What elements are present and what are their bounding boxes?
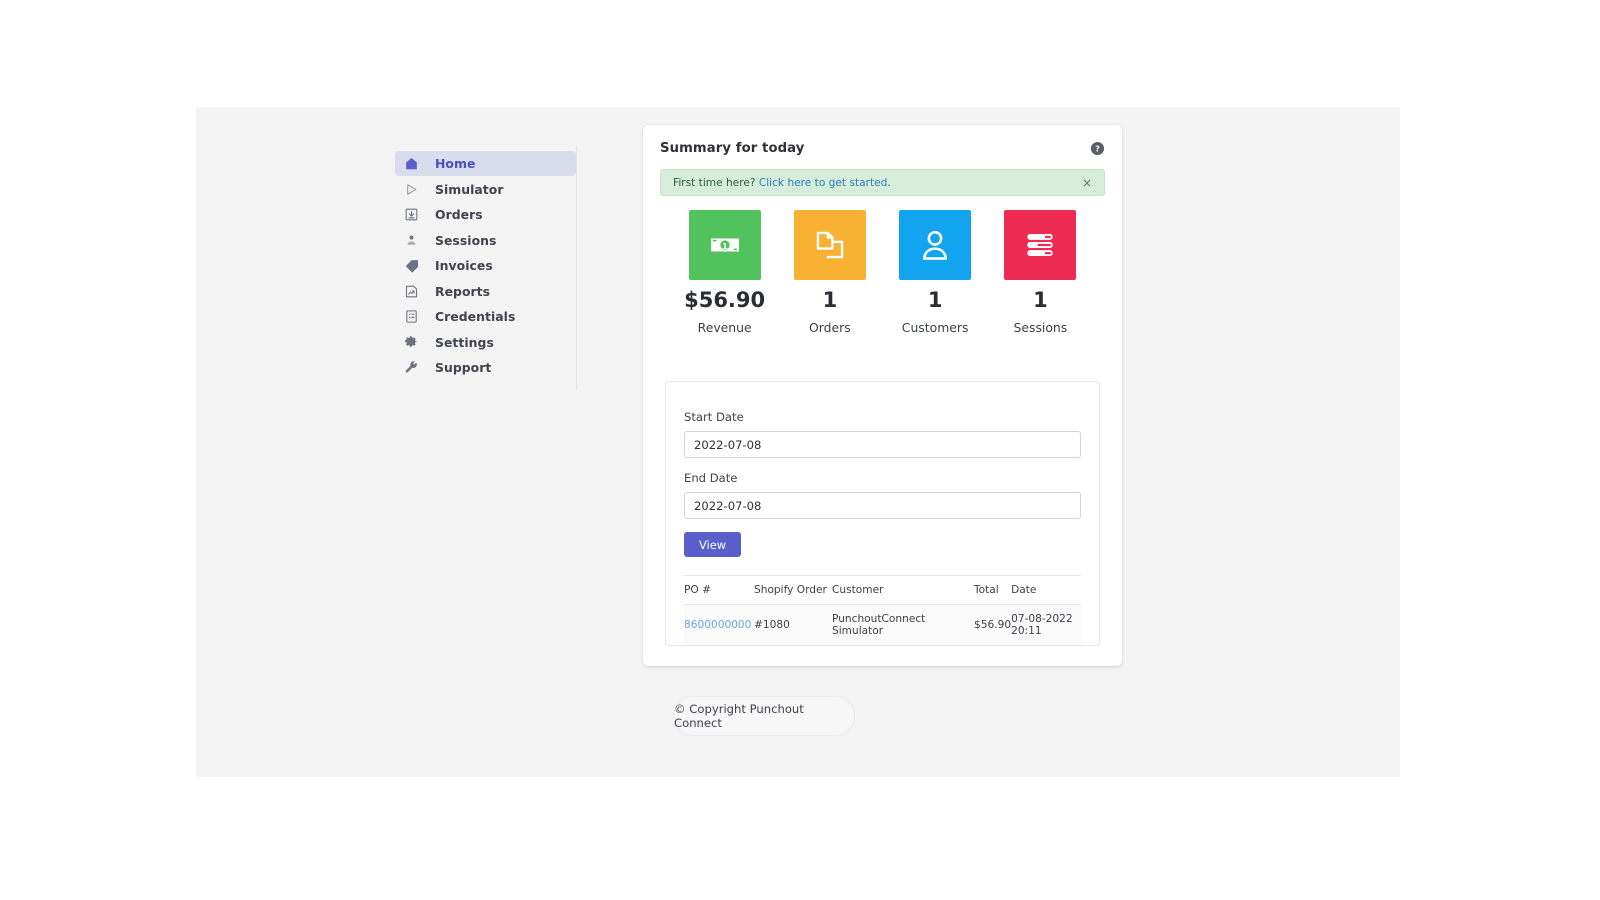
person-icon	[402, 231, 421, 250]
sidebar-item-reports[interactable]: Reports	[395, 279, 576, 304]
stat-sessions: 1 Sessions	[988, 210, 1093, 335]
sidebar-item-simulator[interactable]: Simulator	[395, 177, 576, 202]
table-header-row: PO # Shopify Order Customer Total Date	[684, 575, 1081, 605]
summary-card: Summary for today ? First time here? Cli…	[643, 125, 1122, 666]
alert-suffix: .	[887, 176, 891, 189]
stat-label: Orders	[809, 320, 851, 335]
sidebar-item-home[interactable]: Home	[395, 151, 576, 176]
column-header-customer: Customer	[832, 575, 974, 605]
download-box-icon	[402, 205, 421, 224]
cell-shopify-order: #1080	[754, 604, 832, 645]
get-started-link[interactable]: Click here to get started	[759, 177, 888, 189]
stat-revenue: 1 $56.90 Revenue	[672, 210, 777, 335]
sidebar-item-label: Invoices	[435, 258, 493, 273]
view-button[interactable]: View	[684, 532, 742, 557]
sidebar-item-label: Simulator	[435, 181, 504, 197]
table-header: PO # Shopify Order Customer Total Date	[684, 575, 1081, 605]
chart-page-icon	[402, 282, 421, 301]
gear-icon	[402, 333, 421, 352]
stat-tile	[793, 210, 866, 280]
footer: © Copyright Punchout Connect	[673, 696, 855, 736]
sidebar-item-credentials[interactable]: Credentials	[395, 304, 576, 329]
cell-total: $56.90	[974, 604, 1012, 645]
alert-prefix: First time here?	[673, 176, 759, 189]
end-date-input[interactable]	[684, 492, 1081, 519]
stat-value: 1	[1033, 288, 1048, 312]
alert-message: First time here? Click here to get start…	[673, 177, 891, 189]
app-layout: Home Simulator Orders Sessions Invoices …	[196, 107, 1400, 777]
sidebar-nav: Home Simulator Orders Sessions Invoices …	[395, 146, 577, 389]
stat-orders: 1 Orders	[777, 210, 882, 335]
sidebar-item-label: Settings	[435, 334, 494, 350]
server-list-icon	[1027, 233, 1054, 257]
sidebar-item-settings[interactable]: Settings	[395, 330, 576, 355]
sidebar-item-label: Home	[435, 156, 476, 171]
svg-text:?: ?	[1095, 143, 1100, 153]
table-row[interactable]: 8600000000 #1080 PunchoutConnect Simulat…	[684, 604, 1081, 645]
stat-tile	[899, 210, 972, 280]
money-bill-icon: 1	[709, 237, 741, 253]
play-icon	[402, 180, 421, 199]
stats-row: 1 $56.90 Revenue 1 Orders 1 Customers 1 …	[660, 210, 1105, 335]
start-date-input[interactable]	[684, 431, 1081, 458]
sidebar-item-support[interactable]: Support	[395, 355, 576, 380]
cell-po: 8600000000	[684, 604, 754, 645]
stat-label: Customers	[901, 320, 969, 335]
stat-label: Sessions	[1013, 320, 1068, 335]
copyright-text: © Copyright Punchout Connect	[674, 702, 804, 730]
card-header: Summary for today ?	[660, 141, 1105, 156]
sidebar-item-invoices[interactable]: Invoices	[395, 253, 576, 278]
page-background: Home Simulator Orders Sessions Invoices …	[196, 107, 1400, 777]
tag-icon	[402, 256, 421, 275]
page-title: Summary for today	[660, 141, 805, 156]
sidebar-item-sessions[interactable]: Sessions	[395, 228, 576, 253]
copy-files-icon	[816, 231, 844, 259]
column-header-date: Date	[1011, 575, 1081, 605]
stat-tile: 1	[688, 210, 761, 280]
sidebar-item-label: Orders	[435, 207, 483, 222]
po-link[interactable]: 8600000000	[684, 619, 751, 631]
column-header-shopify: Shopify Order	[754, 575, 832, 605]
sidebar-item-label: Reports	[435, 283, 491, 299]
sidebar-item-label: Sessions	[435, 232, 497, 248]
table-body: 8600000000 #1080 PunchoutConnect Simulat…	[684, 604, 1081, 645]
clipboard-icon	[402, 307, 421, 326]
sidebar-item-label: Credentials	[435, 309, 516, 324]
close-icon[interactable]: ×	[1080, 177, 1094, 189]
stat-label: Revenue	[697, 320, 752, 335]
user-icon	[923, 230, 948, 260]
cell-date: 07-08-2022 20:11	[1011, 604, 1081, 645]
stat-value: 1	[822, 288, 838, 312]
home-icon	[402, 154, 421, 173]
wrench-icon	[402, 358, 421, 377]
orders-table: PO # Shopify Order Customer Total Date 8…	[684, 575, 1081, 645]
column-header-total: Total	[974, 575, 1012, 605]
end-date-label: End Date	[684, 471, 738, 485]
svg-text:1: 1	[722, 241, 728, 251]
stat-tile	[1004, 210, 1077, 280]
date-range-panel: Start Date End Date View PO # Shopify Or…	[665, 381, 1100, 646]
stat-customers: 1 Customers	[883, 210, 988, 335]
sidebar-item-label: Support	[435, 360, 492, 375]
start-date-label: Start Date	[684, 410, 744, 424]
cell-customer: PunchoutConnect Simulator	[832, 604, 974, 645]
help-circle-icon[interactable]: ?	[1090, 141, 1105, 156]
stat-value: $56.90	[684, 288, 766, 312]
stat-value: 1	[927, 288, 943, 312]
getting-started-alert: First time here? Click here to get start…	[660, 169, 1105, 196]
sidebar-item-orders[interactable]: Orders	[395, 202, 576, 227]
column-header-po: PO #	[684, 575, 754, 605]
